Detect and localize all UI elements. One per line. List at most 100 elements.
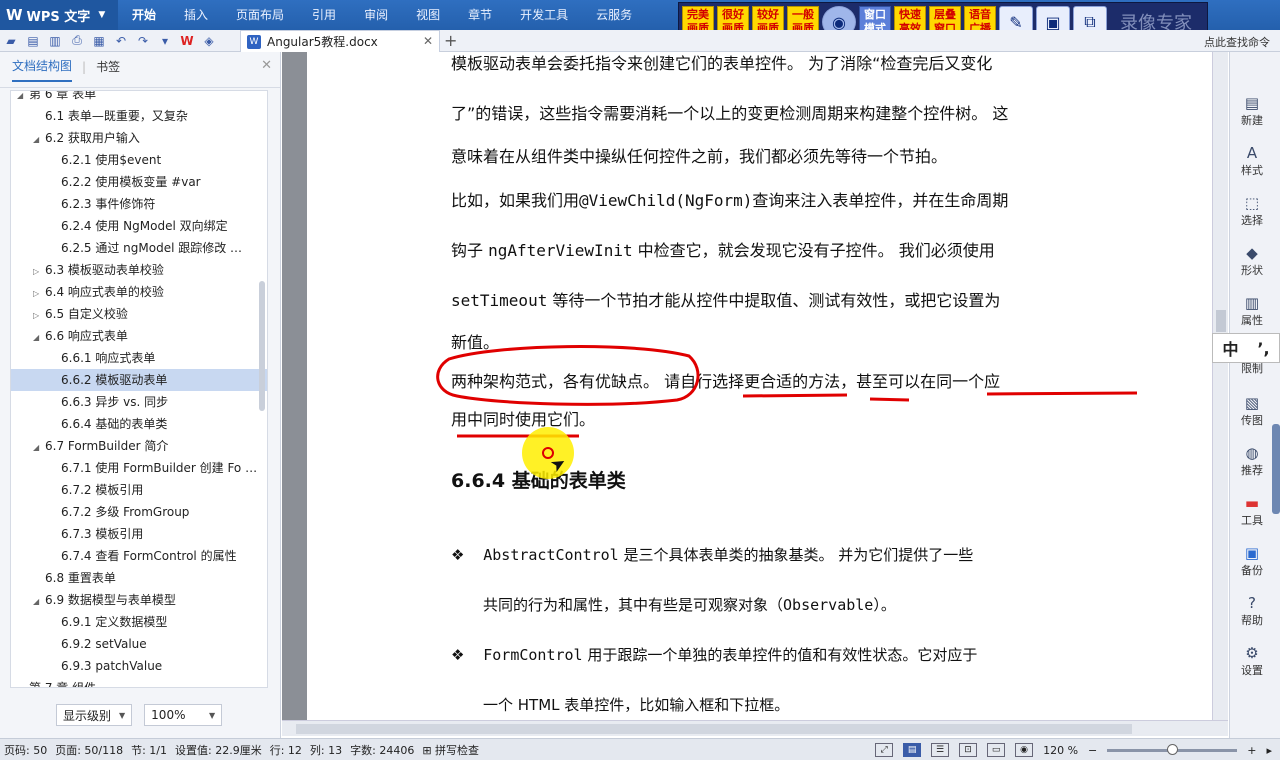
zoom-in-button[interactable]: + (1247, 744, 1256, 757)
sidebar-settings[interactable]: ⚙ 设置 (1230, 644, 1274, 678)
status-word-count[interactable]: 字数: 24406 (346, 742, 418, 758)
sidebar-send-image[interactable]: ▧ 传图 (1230, 394, 1274, 428)
print-preview-icon[interactable]: ▦ (88, 30, 110, 52)
zoom-slider-knob[interactable] (1166, 743, 1178, 755)
open-folder-icon[interactable]: ▰ (0, 30, 22, 52)
display-level-select[interactable]: 显示级别 ▼ (56, 704, 133, 726)
cube-icon[interactable]: ◈ (198, 30, 220, 52)
zoom-level[interactable]: 120 % (1043, 744, 1078, 757)
sidebar-new[interactable]: ▤ 新建 (1230, 94, 1274, 128)
outline-item[interactable]: 6.7.1 使用 FormBuilder 创建 Fo … (11, 457, 267, 479)
document-page[interactable]: 模板驱动表单会委托指令来创建它们的表单控件。 为了消除“检查完后又变化 了”的错… (307, 52, 1212, 720)
expand-arrow-icon[interactable]: ▷ (33, 305, 45, 325)
outline-scrollbar[interactable] (259, 281, 265, 411)
menu-view[interactable]: 视图 (402, 0, 454, 30)
outline-item[interactable]: 6.6.4 基础的表单类 (11, 413, 267, 435)
menu-home[interactable]: 开始 (118, 0, 170, 30)
document-tab[interactable]: W Angular5教程.docx ✕ (240, 30, 440, 52)
collapse-arrow-icon[interactable]: ◢ (33, 437, 45, 457)
undo-icon[interactable]: ↶ (110, 30, 132, 52)
chevron-down-icon[interactable]: ▾ (154, 30, 176, 52)
sidebar-backup[interactable]: ▣ 备份 (1230, 544, 1274, 578)
expand-arrow-icon[interactable]: ▷ (33, 261, 45, 281)
ime-punctuation-mode[interactable]: ’, (1257, 339, 1269, 358)
outline-item[interactable]: 6.7.4 查看 FormControl 的属性 (11, 545, 267, 567)
outline-item[interactable]: 6.7.3 模板引用 (11, 523, 267, 545)
nav-zoom-select[interactable]: 100% ▼ (144, 704, 223, 726)
menu-cloud[interactable]: 云服务 (582, 0, 646, 30)
page-view-icon[interactable]: ▤ (903, 743, 922, 757)
reading-view-icon[interactable]: ▭ (987, 743, 1006, 757)
outline-item[interactable]: 6.2.2 使用模板变量 #var (11, 171, 267, 193)
collapse-arrow-icon[interactable]: ◢ (17, 91, 29, 105)
sidebar-scrollbar[interactable] (1272, 424, 1280, 514)
menu-insert[interactable]: 插入 (170, 0, 222, 30)
expand-arrow-icon[interactable]: ▷ (33, 283, 45, 303)
outline-item[interactable]: 6.2.4 使用 NgModel 双向绑定 (11, 215, 267, 237)
sidebar-tools[interactable]: ▬ 工具 (1230, 494, 1274, 528)
outline-item[interactable]: ▷ 6.4 响应式表单的校验 (11, 281, 267, 303)
outline-item[interactable]: ◢第 7 章 组件 (11, 677, 267, 687)
outline-item[interactable]: 6.6.1 响应式表单 (11, 347, 267, 369)
close-icon[interactable]: ✕ (423, 34, 433, 48)
save-icon[interactable]: ▤ (22, 30, 44, 52)
fullscreen-icon[interactable]: ⤢ (875, 743, 894, 757)
collapse-arrow-icon[interactable]: ◢ (17, 679, 29, 687)
sidebar-style[interactable]: A 样式 (1230, 144, 1274, 178)
wps-app-menu-button[interactable]: W WPS 文字 ▼ (0, 0, 118, 30)
export-pdf-icon[interactable]: ▥ (44, 30, 66, 52)
outline-item[interactable]: 6.9.2 setValue (11, 633, 267, 655)
collapse-arrow-icon[interactable]: ◢ (33, 129, 45, 149)
command-search-hint[interactable]: 点此查找命令 (1204, 34, 1270, 50)
web-view-icon[interactable]: ⊡ (959, 743, 978, 757)
outline-item[interactable]: 6.1 表单—既重要，又复杂 (11, 105, 267, 127)
tab-bookmarks[interactable]: 书签 (96, 58, 120, 81)
outline-item[interactable]: 6.2.5 通过 ngModel 跟踪修改 … (11, 237, 267, 259)
outline-item[interactable]: ▷ 6.3 模板驱动表单校验 (11, 259, 267, 281)
outline-item[interactable]: ◢ 第 6 章 表单 (11, 91, 267, 105)
outline-item[interactable]: ◢ 6.7 FormBuilder 简介 (11, 435, 267, 457)
outline-item[interactable]: 6.2.3 事件修饰符 (11, 193, 267, 215)
menu-review[interactable]: 审阅 (350, 0, 402, 30)
menu-section[interactable]: 章节 (454, 0, 506, 30)
menu-developer[interactable]: 开发工具 (506, 0, 582, 30)
sidebar-help[interactable]: ? 帮助 (1230, 594, 1274, 628)
outline-item[interactable]: ◢ 6.6 响应式表单 (11, 325, 267, 347)
collapse-arrow-icon[interactable]: ◢ (33, 591, 45, 611)
sidebar-select[interactable]: ⬚ 选择 (1230, 194, 1274, 228)
outline-view-icon[interactable]: ☰ (931, 743, 950, 757)
document-horizontal-scrollbar[interactable] (282, 720, 1228, 736)
close-icon[interactable]: ✕ (261, 58, 272, 73)
outline-item[interactable]: 6.9.3 patchValue (11, 655, 267, 677)
scrollbar-thumb[interactable] (296, 724, 1132, 734)
scrollbar-thumb[interactable] (1216, 310, 1226, 332)
ime-chinese-mode[interactable]: 中 (1222, 336, 1238, 360)
outline-item[interactable]: ◢ 6.2 获取用户输入 (11, 127, 267, 149)
menu-page-layout[interactable]: 页面布局 (222, 0, 298, 30)
collapse-arrow-icon[interactable]: ◢ (33, 327, 45, 347)
status-spell-check[interactable]: ⊞ 拼写检查 (418, 742, 483, 758)
menu-references[interactable]: 引用 (298, 0, 350, 30)
wps-brand-icon[interactable]: W (176, 30, 198, 52)
zoom-slider[interactable] (1107, 743, 1238, 755)
redo-icon[interactable]: ↷ (132, 30, 154, 52)
eye-protection-icon[interactable]: ◉ (1015, 743, 1034, 757)
outline-item[interactable]: 6.7.2 模板引用 (11, 479, 267, 501)
zoom-out-button[interactable]: − (1088, 744, 1097, 757)
print-icon[interactable]: ⎙ (66, 30, 88, 52)
outline-item[interactable]: 6.6.3 异步 vs. 同步 (11, 391, 267, 413)
sidebar-properties[interactable]: ▥ 属性 (1230, 294, 1274, 328)
document-vertical-scrollbar[interactable] (1212, 52, 1228, 720)
outline-item[interactable]: 6.6.2 模板驱动表单 (11, 369, 267, 391)
expand-icon[interactable]: ▸ (1266, 744, 1272, 757)
outline-item[interactable]: 6.2.1 使用$event (11, 149, 267, 171)
outline-item[interactable]: 6.8 重置表单 (11, 567, 267, 589)
status-page[interactable]: 页面: 50/118 (51, 742, 127, 758)
ime-status-bar[interactable]: 中 ’, (1212, 333, 1280, 363)
sidebar-shape[interactable]: ◆ 形状 (1230, 244, 1274, 278)
outline-item[interactable]: 6.9.1 定义数据模型 (11, 611, 267, 633)
sidebar-recommend[interactable]: ◍ 推荐 (1230, 444, 1274, 478)
add-tab-button[interactable]: + (444, 30, 457, 52)
tab-document-outline[interactable]: 文档结构图 (12, 57, 73, 82)
outline-item[interactable]: ▷ 6.5 自定义校验 (11, 303, 267, 325)
